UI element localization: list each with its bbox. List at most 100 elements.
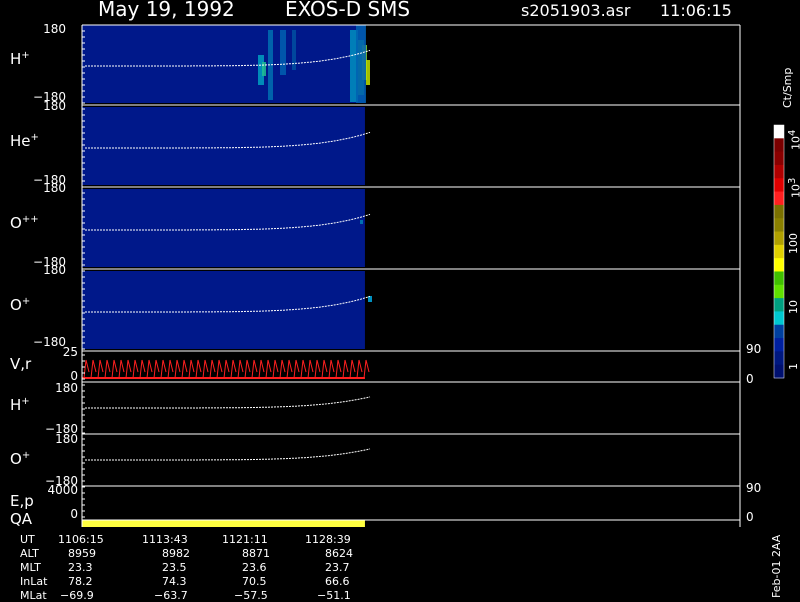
- velocity-trace: [167, 359, 174, 379]
- mlt-value: 23.5: [162, 561, 187, 574]
- ut-value: 1121:11: [222, 533, 268, 546]
- velocity-trace: [90, 359, 97, 379]
- velocity-trace: [188, 359, 195, 379]
- velocity-trace: [279, 359, 286, 379]
- velocity-trace: [118, 359, 125, 379]
- mlat-value: −63.7: [154, 589, 188, 602]
- inlat-value: 74.3: [162, 575, 187, 588]
- velocity-trace: [328, 359, 335, 379]
- colorbar-swatch: [774, 351, 784, 366]
- velocity-trace: [216, 359, 223, 379]
- colorbar-swatch: [774, 204, 784, 219]
- panel-label-o2: O+: [10, 450, 31, 468]
- velocity-trace: [174, 359, 181, 379]
- velocity-trace: [223, 359, 230, 379]
- colorbar-tick: 103: [787, 177, 800, 198]
- alt-value: 8871: [242, 547, 270, 560]
- mlat-value: −51.1: [317, 589, 351, 602]
- inlat-value: 78.2: [68, 575, 93, 588]
- ut-value: 1113:43: [142, 533, 188, 546]
- tick-bottom: 0: [70, 507, 78, 521]
- file-name: s2051903.asr: [521, 1, 631, 20]
- velocity-trace: [209, 359, 216, 379]
- tick-top: 180: [43, 22, 66, 36]
- qa-bar: [82, 520, 365, 527]
- right-tick-top: 90: [746, 342, 762, 356]
- pitch-angle-curve: [85, 396, 371, 409]
- spectrogram-fill: [82, 107, 365, 185]
- velocity-trace: [251, 359, 258, 379]
- colorbar-tick: 1: [787, 363, 800, 370]
- velocity-trace: [335, 359, 342, 379]
- spectrogram-plot: [81, 24, 785, 527]
- velocity-trace: [104, 359, 111, 379]
- inlat-value: 70.5: [242, 575, 267, 588]
- spectrogram-fill: [82, 189, 365, 267]
- velocity-trace: [202, 359, 209, 379]
- right-tick-top: 90: [746, 481, 762, 495]
- spectrogram-fill: [82, 271, 365, 349]
- mlat-value: −69.9: [60, 589, 94, 602]
- velocity-trace: [349, 359, 356, 379]
- panel-label-opp: O++: [10, 214, 39, 232]
- flux-patch: [280, 30, 286, 75]
- colorbar-swatch: [774, 231, 784, 246]
- velocity-trace: [132, 359, 139, 379]
- row-name: MLat: [20, 589, 47, 602]
- velocity-trace: [293, 359, 300, 379]
- velocity-trace: [111, 359, 118, 379]
- velocity-trace: [300, 359, 307, 379]
- panel-label-op: O+: [10, 296, 31, 314]
- spectrogram-fill: [82, 25, 365, 103]
- velocity-trace: [272, 359, 279, 379]
- colorbar-swatch: [774, 364, 784, 379]
- velocity-trace: [181, 359, 188, 379]
- colorbar-swatch: [774, 191, 784, 206]
- velocity-trace: [146, 359, 153, 379]
- colorbar-unit: Ct/Smp: [781, 67, 794, 108]
- mlat-value: −57.5: [234, 589, 268, 602]
- velocity-trace: [321, 359, 328, 379]
- row-name: ALT: [20, 547, 39, 560]
- tick-top: 180: [43, 263, 66, 277]
- flux-patch: [360, 220, 363, 224]
- colorbar-tick: 10: [787, 300, 800, 314]
- plot-date: May 19, 1992: [98, 0, 235, 21]
- pitch-angle-curve: [85, 448, 371, 461]
- colorbar-swatch: [774, 244, 784, 259]
- velocity-trace: [314, 359, 321, 379]
- flux-patch: [262, 62, 266, 76]
- version-stamp: Feb-01 2AA: [770, 534, 783, 598]
- tick-top: 180: [55, 432, 78, 446]
- colorbar-swatch: [774, 151, 784, 166]
- panel-label-he: He+: [10, 132, 39, 150]
- velocity-trace: [237, 359, 244, 379]
- mlt-value: 23.7: [325, 561, 350, 574]
- colorbar-swatch: [774, 338, 784, 352]
- velocity-trace: [356, 359, 363, 379]
- velocity-trace: [153, 359, 160, 379]
- flux-patch: [366, 60, 370, 85]
- velocity-trace: [230, 359, 237, 379]
- colorbar-swatch: [774, 125, 784, 139]
- colorbar-swatch: [774, 178, 784, 193]
- tick-top: 25: [62, 345, 78, 359]
- ut-value: 1128:39: [305, 533, 351, 546]
- velocity-trace: [342, 359, 349, 379]
- tick-top: 180: [55, 381, 78, 395]
- right-tick-bottom: 0: [746, 510, 754, 524]
- colorbar-swatch: [774, 258, 784, 272]
- tick-top: 4000: [47, 483, 78, 497]
- instrument-name: EXOS-D SMS: [285, 0, 411, 21]
- row-name: UT: [20, 533, 35, 546]
- mlt-value: 23.3: [68, 561, 93, 574]
- velocity-trace: [139, 359, 146, 379]
- colorbar-swatch: [774, 138, 784, 153]
- alt-value: 8959: [68, 547, 96, 560]
- flux-patch: [356, 25, 366, 103]
- velocity-trace: [286, 359, 293, 379]
- row-name: InLat: [20, 575, 48, 588]
- file-time: 11:06:15: [660, 1, 732, 20]
- mlt-value: 23.6: [242, 561, 267, 574]
- inlat-value: 66.6: [325, 575, 350, 588]
